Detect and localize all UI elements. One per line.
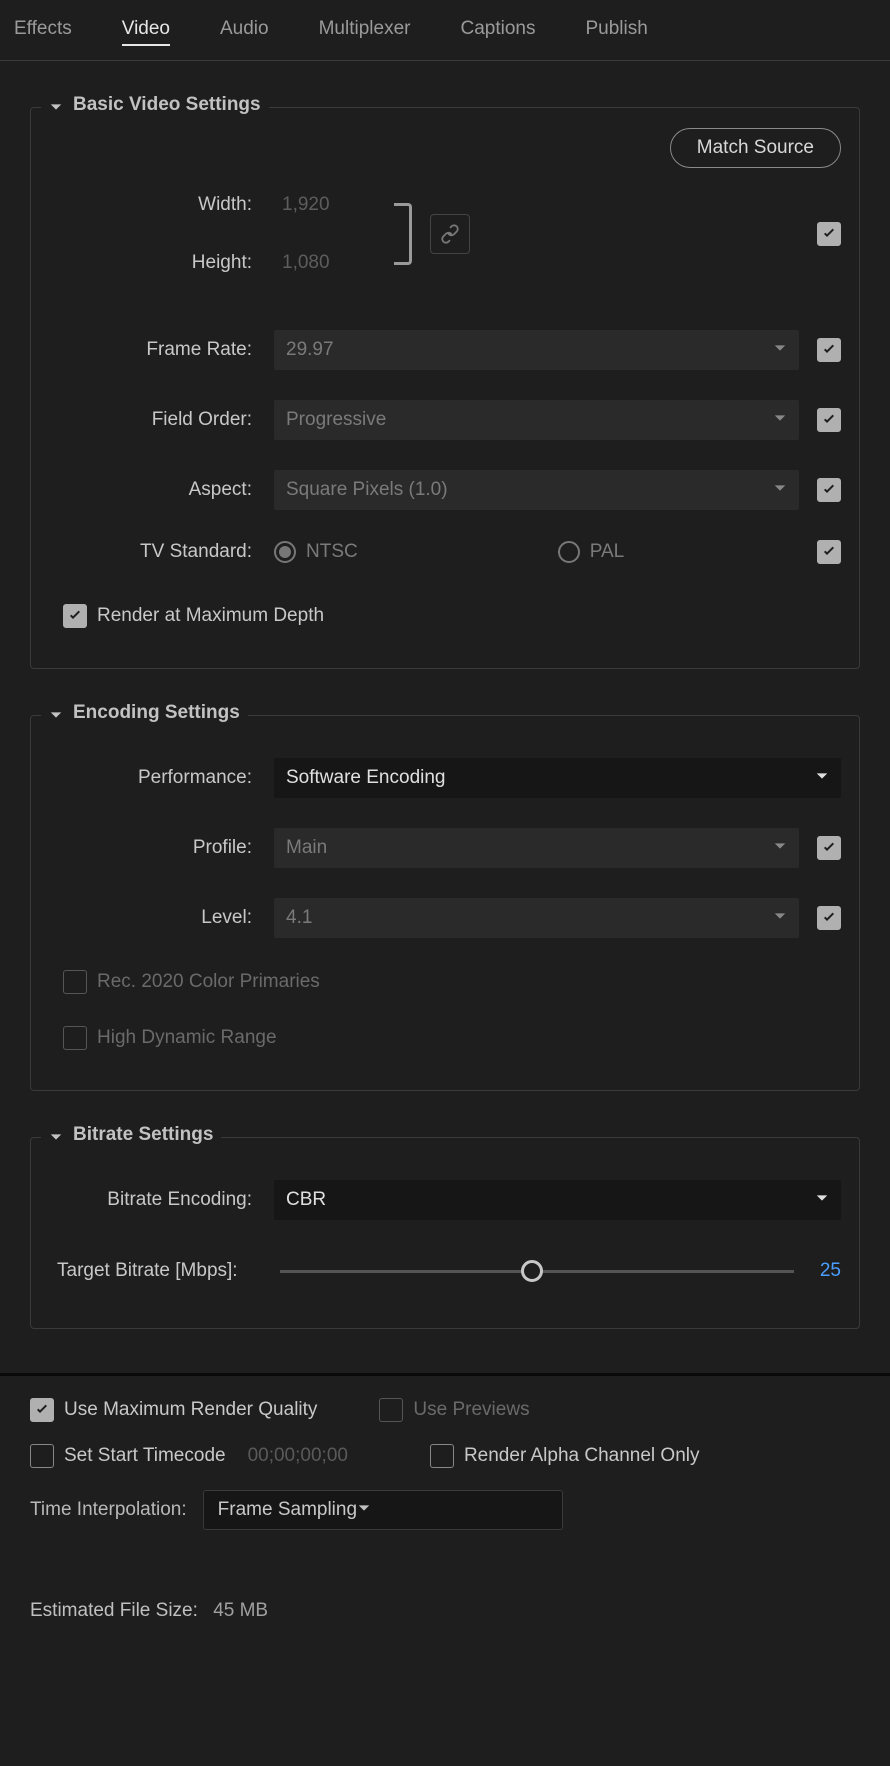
use-previews-checkbox[interactable]: Use Previews: [379, 1398, 529, 1422]
section-encoding: Encoding Settings Performance: Software …: [30, 715, 860, 1091]
aspect-label: Aspect:: [49, 479, 274, 501]
frame-rate-match-checkbox[interactable]: [817, 338, 841, 362]
estimated-file-size-value: 45 MB: [213, 1600, 268, 1621]
chevron-down-icon: [49, 98, 63, 112]
level-dropdown[interactable]: 4.1: [274, 898, 799, 938]
section-title: Basic Video Settings: [73, 94, 261, 116]
rec2020-checkbox[interactable]: Rec. 2020 Color Primaries: [63, 970, 320, 994]
section-header-encoding[interactable]: Encoding Settings: [41, 702, 248, 724]
width-value[interactable]: 1,920: [274, 194, 330, 216]
tab-bar: Effects Video Audio Multiplexer Captions…: [0, 0, 890, 61]
bitrate-encoding-label: Bitrate Encoding:: [49, 1189, 274, 1211]
use-previews-label: Use Previews: [413, 1399, 529, 1421]
bitrate-encoding-dropdown[interactable]: CBR: [274, 1180, 841, 1220]
tab-captions[interactable]: Captions: [460, 18, 535, 46]
section-header-basic[interactable]: Basic Video Settings: [41, 94, 269, 116]
chevron-down-icon: [773, 479, 787, 501]
start-timecode-value[interactable]: 00;00;00;00: [248, 1445, 348, 1467]
profile-dropdown[interactable]: Main: [274, 828, 799, 868]
level-value: 4.1: [286, 907, 312, 929]
section-bitrate: Bitrate Settings Bitrate Encoding: CBR T…: [30, 1137, 860, 1329]
tv-standard-match-checkbox[interactable]: [817, 540, 841, 564]
hdr-checkbox[interactable]: High Dynamic Range: [63, 1026, 277, 1050]
tab-video[interactable]: Video: [122, 18, 170, 46]
field-order-match-checkbox[interactable]: [817, 408, 841, 432]
time-interpolation-dropdown[interactable]: Frame Sampling: [203, 1490, 563, 1530]
chevron-down-icon: [773, 409, 787, 431]
render-max-depth-label: Render at Maximum Depth: [97, 605, 324, 627]
pal-label: PAL: [590, 541, 625, 563]
section-title: Encoding Settings: [73, 702, 240, 724]
section-header-bitrate[interactable]: Bitrate Settings: [41, 1124, 221, 1146]
profile-match-checkbox[interactable]: [817, 836, 841, 860]
time-interpolation-value: Frame Sampling: [218, 1499, 357, 1521]
pal-radio[interactable]: PAL: [558, 541, 625, 563]
performance-value: Software Encoding: [286, 767, 446, 789]
slider-thumb[interactable]: [521, 1260, 543, 1282]
chevron-down-icon: [49, 1128, 63, 1142]
chevron-down-icon: [357, 1499, 371, 1521]
set-start-timecode-checkbox[interactable]: Set Start Timecode: [30, 1444, 226, 1468]
section-title: Bitrate Settings: [73, 1124, 213, 1146]
ntsc-label: NTSC: [306, 541, 358, 563]
time-interpolation-label: Time Interpolation:: [30, 1499, 187, 1521]
chevron-down-icon: [815, 767, 829, 789]
section-basic-video: Basic Video Settings Match Source Width:…: [30, 107, 860, 669]
tab-publish[interactable]: Publish: [585, 18, 647, 46]
frame-rate-value: 29.97: [286, 339, 334, 361]
aspect-value: Square Pixels (1.0): [286, 479, 448, 501]
field-order-value: Progressive: [286, 409, 386, 431]
level-match-checkbox[interactable]: [817, 906, 841, 930]
ntsc-radio[interactable]: NTSC: [274, 541, 358, 563]
tab-multiplexer[interactable]: Multiplexer: [319, 18, 411, 46]
performance-dropdown[interactable]: Software Encoding: [274, 758, 841, 798]
height-label: Height:: [49, 252, 274, 274]
field-order-dropdown[interactable]: Progressive: [274, 400, 799, 440]
render-max-depth-checkbox[interactable]: Render at Maximum Depth: [63, 604, 324, 628]
chevron-down-icon: [773, 907, 787, 929]
performance-label: Performance:: [49, 767, 274, 789]
use-max-quality-checkbox[interactable]: Use Maximum Render Quality: [30, 1398, 317, 1422]
tv-standard-label: TV Standard:: [49, 541, 274, 563]
width-label: Width:: [49, 194, 274, 216]
render-alpha-checkbox[interactable]: Render Alpha Channel Only: [430, 1444, 700, 1468]
hdr-label: High Dynamic Range: [97, 1027, 277, 1049]
target-bitrate-label: Target Bitrate [Mbps]:: [49, 1260, 274, 1282]
chevron-down-icon: [49, 706, 63, 720]
tab-effects[interactable]: Effects: [14, 18, 72, 46]
render-alpha-label: Render Alpha Channel Only: [464, 1445, 700, 1467]
field-order-label: Field Order:: [49, 409, 274, 431]
estimated-file-size-label: Estimated File Size:: [30, 1600, 198, 1621]
width-height-match-checkbox[interactable]: [817, 222, 841, 246]
target-bitrate-value[interactable]: 25: [820, 1260, 841, 1282]
frame-rate-dropdown[interactable]: 29.97: [274, 330, 799, 370]
tab-audio[interactable]: Audio: [220, 18, 269, 46]
set-start-timecode-label: Set Start Timecode: [64, 1445, 226, 1467]
profile-label: Profile:: [49, 837, 274, 859]
aspect-match-checkbox[interactable]: [817, 478, 841, 502]
level-label: Level:: [49, 907, 274, 929]
bitrate-encoding-value: CBR: [286, 1189, 326, 1211]
bottom-panel: Use Maximum Render Quality Use Previews …: [0, 1373, 890, 1622]
rec2020-label: Rec. 2020 Color Primaries: [97, 971, 320, 993]
chevron-down-icon: [773, 837, 787, 859]
frame-rate-label: Frame Rate:: [49, 339, 274, 361]
profile-value: Main: [286, 837, 327, 859]
aspect-dropdown[interactable]: Square Pixels (1.0): [274, 470, 799, 510]
radio-icon: [558, 541, 580, 563]
chevron-down-icon: [773, 339, 787, 361]
link-dimensions-button[interactable]: [430, 214, 470, 254]
match-source-button[interactable]: Match Source: [670, 128, 841, 168]
target-bitrate-slider[interactable]: [280, 1270, 794, 1273]
link-bracket-icon: [394, 203, 412, 265]
height-value[interactable]: 1,080: [274, 252, 330, 274]
use-max-quality-label: Use Maximum Render Quality: [64, 1399, 317, 1421]
chevron-down-icon: [815, 1189, 829, 1211]
radio-icon: [274, 541, 296, 563]
